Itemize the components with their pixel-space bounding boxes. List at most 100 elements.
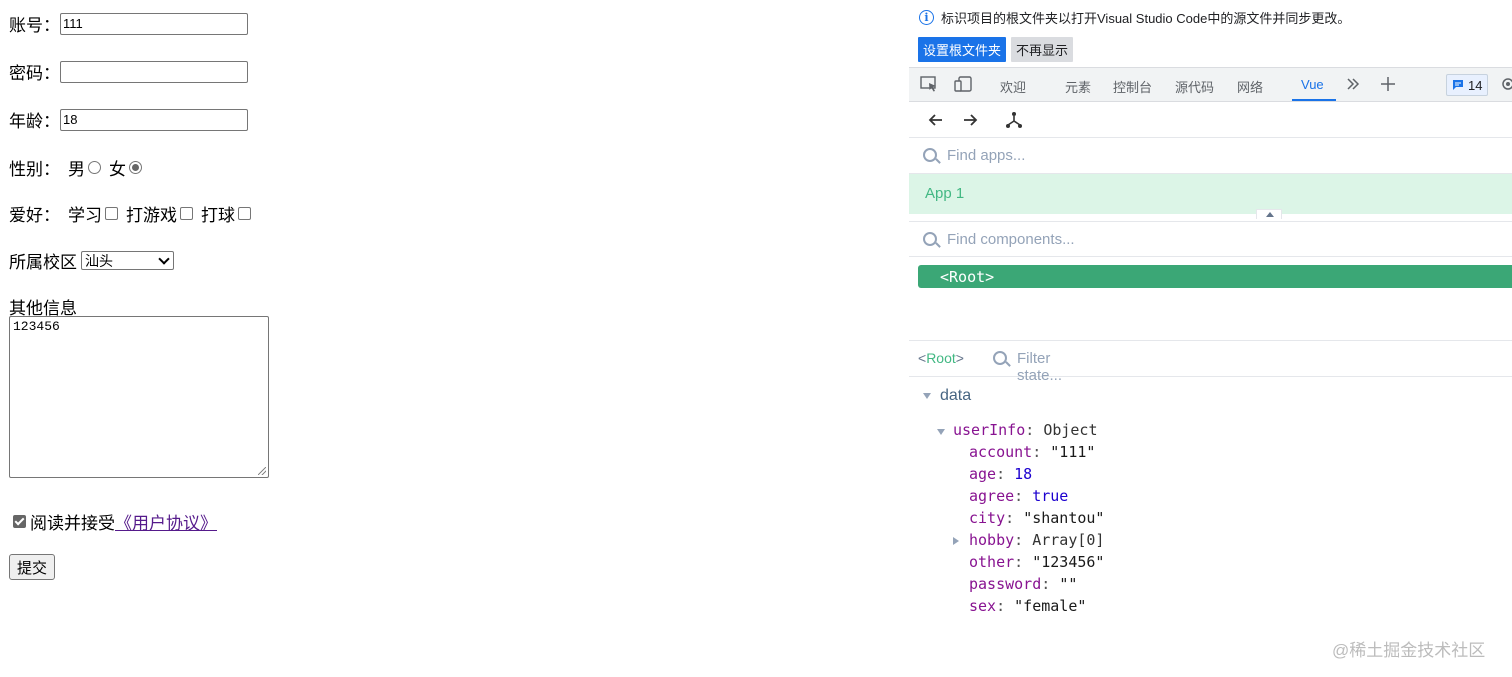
state-prop-row[interactable]: city: "shantou" [969,509,1104,527]
hobby-option-label: 打球 [201,206,235,225]
checkbox-gaming[interactable] [180,207,193,220]
tab-sources[interactable]: 源代码 [1175,77,1214,96]
find-apps-bar[interactable]: Find apps... [909,138,1512,174]
devtools-panel: i 标识项目的根文件夹以打开Visual Studio Code中的源文件并同步… [909,0,1512,677]
selected-component-label: Root [926,350,956,366]
tab-console[interactable]: 控制台 [1113,77,1152,96]
set-root-folder-button[interactable]: 设置根文件夹 [918,37,1007,62]
sex-option-label: 男 [68,160,85,179]
collapse-triangle-icon[interactable] [937,429,945,435]
message-icon [1453,80,1463,90]
hobby-row: 爱好： 学习 打游戏 打球 [9,201,251,226]
search-icon [923,148,937,162]
prop-value: "123456" [1032,553,1105,571]
submit-button[interactable]: 提交 [9,554,56,580]
user-agreement-link[interactable]: 《用户协议》 [115,509,217,534]
state-prop-row[interactable]: agree: true [969,487,1068,505]
data-section-header[interactable]: data [923,387,971,405]
checkbox-study[interactable] [105,207,118,220]
agree-checkbox[interactable] [13,515,26,528]
device-toolbar-icon[interactable] [954,76,972,92]
prop-key: agree [969,487,1015,505]
account-row: 账号： 111 [9,11,248,36]
other-textarea-value: 123456 [13,319,60,334]
forward-arrow-icon[interactable] [961,111,979,129]
object-key: userInfo [953,421,1026,439]
filter-state-placeholder: Filter state... [1017,350,1063,384]
inspect-element-icon[interactable] [920,76,938,92]
collapse-triangle-icon[interactable] [923,393,931,399]
state-prop-row[interactable]: other: "123456" [969,553,1104,571]
sex-option-male[interactable]: 男 [68,155,101,180]
settings-gear-icon[interactable] [1499,76,1512,92]
info-icon: i [919,10,934,25]
tab-welcome[interactable]: 欢迎 [1000,77,1026,96]
devtools-tabbar: 欢迎 元素 控制台 源代码 网络 Vue 14 [909,67,1512,102]
collapse-up-icon[interactable] [1256,209,1282,219]
add-tab-icon[interactable] [1379,76,1397,92]
hobby-option-ball[interactable]: 打球 [201,201,251,226]
watermark: @稀土掘金技术社区 [1332,641,1486,660]
chevron-down-icon [158,252,170,265]
resize-handle-icon[interactable] [258,467,266,475]
sex-option-female[interactable]: 女 [109,155,142,180]
sex-row: 性别： 男 女 [9,155,142,180]
root-component-node[interactable]: <Root> [918,265,1512,288]
back-arrow-icon[interactable] [927,111,945,129]
hobby-option-label: 打游戏 [126,206,177,225]
more-tabs-icon[interactable] [1344,76,1362,92]
other-textarea[interactable]: 123456 [9,316,269,478]
account-input[interactable]: 111 [60,12,248,35]
dont-show-again-button[interactable]: 不再显示 [1011,37,1074,62]
tab-elements[interactable]: 元素 [1065,77,1091,96]
prop-value: "shantou" [1023,509,1105,527]
prop-value: 18 [1014,465,1033,483]
state-prop-row[interactable]: sex: "female" [969,597,1086,615]
tab-vue[interactable]: Vue [1301,77,1324,92]
search-icon [923,232,937,246]
prop-key: account [969,443,1033,461]
tab-network[interactable]: 网络 [1237,77,1263,96]
hobby-option-gaming[interactable]: 打游戏 [126,201,193,226]
state-prop-row[interactable]: account: "111" [969,443,1095,461]
hobby-label: 爱好： [9,206,60,225]
object-type: Object [1043,421,1098,439]
hobby-option-label: 学习 [68,206,102,225]
prop-key: other [969,553,1015,571]
selected-component-name: <Root> [918,350,964,366]
data-section-label: data [940,387,972,404]
issues-count: 14 [1468,77,1483,93]
userinfo-object-row[interactable]: userInfo: Object [937,421,1098,439]
sex-label: 性别： [9,160,60,179]
radio-female[interactable] [129,161,142,174]
state-prop-row[interactable]: password: "" [969,575,1077,593]
checkbox-ball[interactable] [238,207,251,220]
password-row: 密码： [9,59,248,84]
campus-select[interactable]: 汕头 [81,251,174,270]
component-tree-icon[interactable] [1005,111,1023,129]
prop-value: "" [1059,575,1078,593]
agree-text: 阅读并接受 [30,514,115,533]
prop-key: age [969,465,997,483]
active-tab-indicator [1292,99,1336,101]
state-prop-row[interactable]: age: 18 [969,465,1032,483]
password-input[interactable] [60,60,248,83]
prop-value: "111" [1050,443,1096,461]
age-input-value: 18 [63,112,78,127]
state-inspector-header: <Root> Filter state... [909,341,1512,384]
app-list-item[interactable]: App 1 [909,174,1512,214]
radio-male[interactable] [88,161,101,174]
find-apps-placeholder: Find apps... [947,147,1026,164]
expand-triangle-icon[interactable] [953,537,959,545]
find-components-bar[interactable]: Find components... [909,221,1512,257]
prop-key: password [969,575,1042,593]
notice-bar: i 标识项目的根文件夹以打开Visual Studio Code中的源文件并同步… [919,8,1350,27]
issues-badge[interactable]: 14 [1446,74,1489,96]
hobby-option-study[interactable]: 学习 [68,201,118,226]
age-input[interactable]: 18 [60,108,248,131]
prop-value: Array[0] [1032,531,1105,549]
vue-toolbar [909,102,1512,138]
age-row: 年龄： 18 [9,107,248,132]
notice-text: 标识项目的根文件夹以打开Visual Studio Code中的源文件并同步更改… [941,11,1351,26]
state-prop-row[interactable]: hobby: Array[0] [953,531,1104,549]
